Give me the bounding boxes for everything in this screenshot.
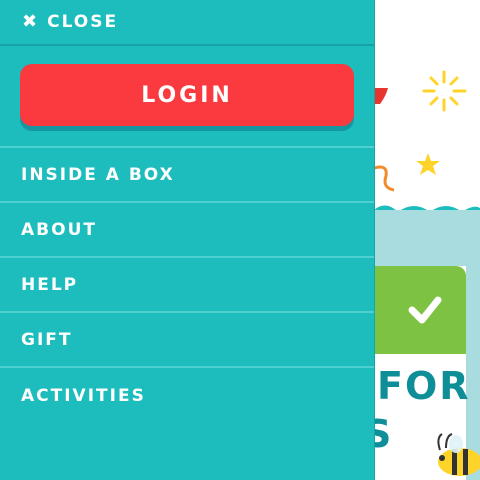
menu-item-inside-a-box[interactable]: INSIDE A BOX bbox=[0, 148, 374, 203]
menu-item-help[interactable]: HELP bbox=[0, 258, 374, 313]
green-box bbox=[374, 266, 466, 354]
close-button[interactable]: ✖ CLOSE bbox=[0, 0, 374, 46]
close-label: CLOSE bbox=[47, 12, 119, 32]
sun-burst-icon bbox=[422, 70, 467, 112]
menu-item-gift[interactable]: GIFT bbox=[0, 313, 374, 368]
heading-fragment: FOR bbox=[377, 364, 471, 408]
checkmark-icon bbox=[408, 296, 442, 324]
close-x-icon: ✖ bbox=[22, 11, 40, 32]
star-icon bbox=[416, 153, 440, 175]
red-flag-icon bbox=[374, 88, 388, 104]
login-wrap: LOGIN bbox=[0, 46, 374, 146]
login-button[interactable]: LOGIN bbox=[20, 64, 354, 126]
nav-drawer: ✖ CLOSE LOGIN INSIDE A BOX ABOUT HELP GI… bbox=[0, 0, 375, 480]
bee-icon bbox=[437, 433, 480, 476]
background-page: FOR S bbox=[374, 0, 480, 480]
swirl-icon bbox=[374, 165, 395, 192]
nav-menu: INSIDE A BOX ABOUT HELP GIFT ACTIVITIES bbox=[0, 146, 374, 423]
menu-item-about[interactable]: ABOUT bbox=[0, 203, 374, 258]
heading-fragment-2: S bbox=[374, 412, 392, 456]
menu-item-activities[interactable]: ACTIVITIES bbox=[0, 368, 374, 423]
